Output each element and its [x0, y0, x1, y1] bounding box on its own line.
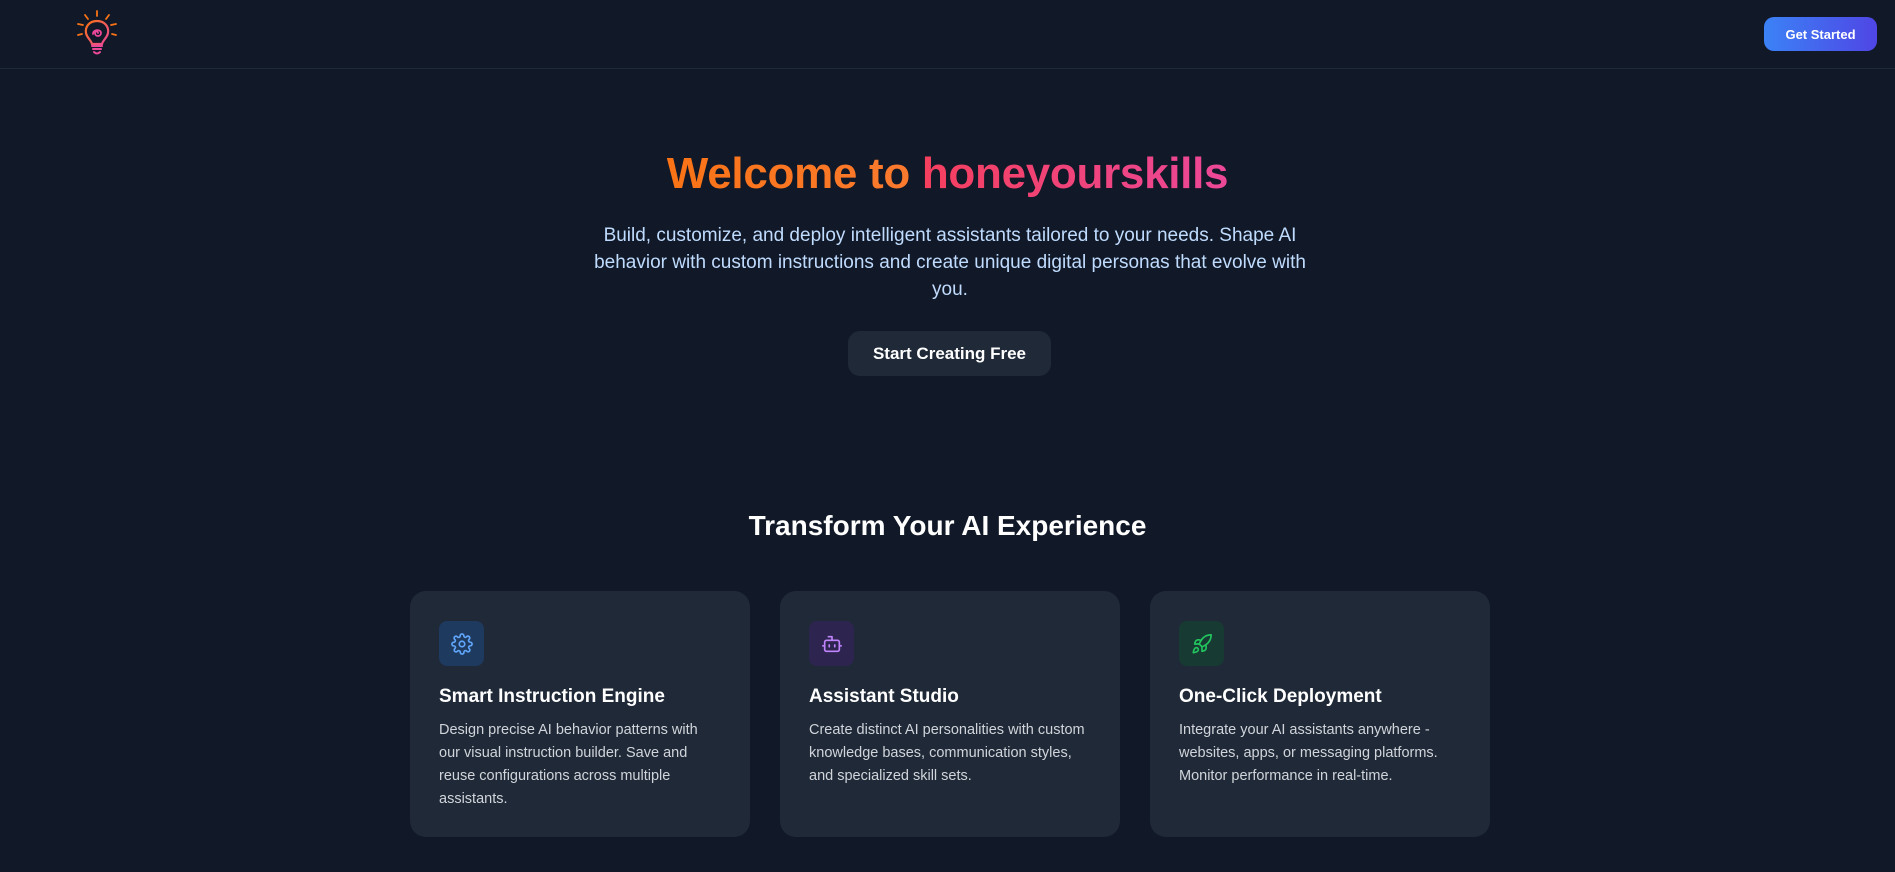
rocket-icon	[1179, 621, 1224, 666]
hero-title: Welcome to honeyourskills	[0, 146, 1895, 202]
hero-title-welcome: Welcome to	[666, 149, 922, 198]
robot-icon	[809, 621, 854, 666]
get-started-button[interactable]: Get Started	[1764, 17, 1877, 51]
start-creating-button[interactable]: Start Creating Free	[848, 331, 1051, 376]
hero-title-brand: honeyourskills	[921, 149, 1229, 198]
feature-card-description: Integrate your AI assistants anywhere - …	[1179, 722, 1438, 784]
feature-card-title: Smart Instruction Engine	[439, 686, 665, 707]
feature-card-description: Create distinct AI personalities with cu…	[809, 722, 1085, 784]
feature-card-title: One-Click Deployment	[1179, 686, 1382, 707]
features-title: Transform Your AI Experience	[748, 510, 1147, 541]
feature-card-title: Assistant Studio	[809, 686, 959, 707]
lightbulb-logo-icon[interactable]	[73, 9, 121, 57]
feature-card-smart-instruction: Smart Instruction Engine Design precise …	[410, 591, 750, 837]
gear-icon	[439, 621, 484, 666]
feature-card-description: Design precise AI behavior patterns with…	[439, 722, 698, 807]
feature-card-one-click-deployment: One-Click Deployment Integrate your AI a…	[1150, 591, 1490, 837]
feature-card-assistant-studio: Assistant Studio Create distinct AI pers…	[780, 591, 1120, 837]
hero-subtitle: Build, customize, and deploy intelligent…	[594, 225, 1306, 300]
navbar: Get Started	[0, 0, 1895, 69]
